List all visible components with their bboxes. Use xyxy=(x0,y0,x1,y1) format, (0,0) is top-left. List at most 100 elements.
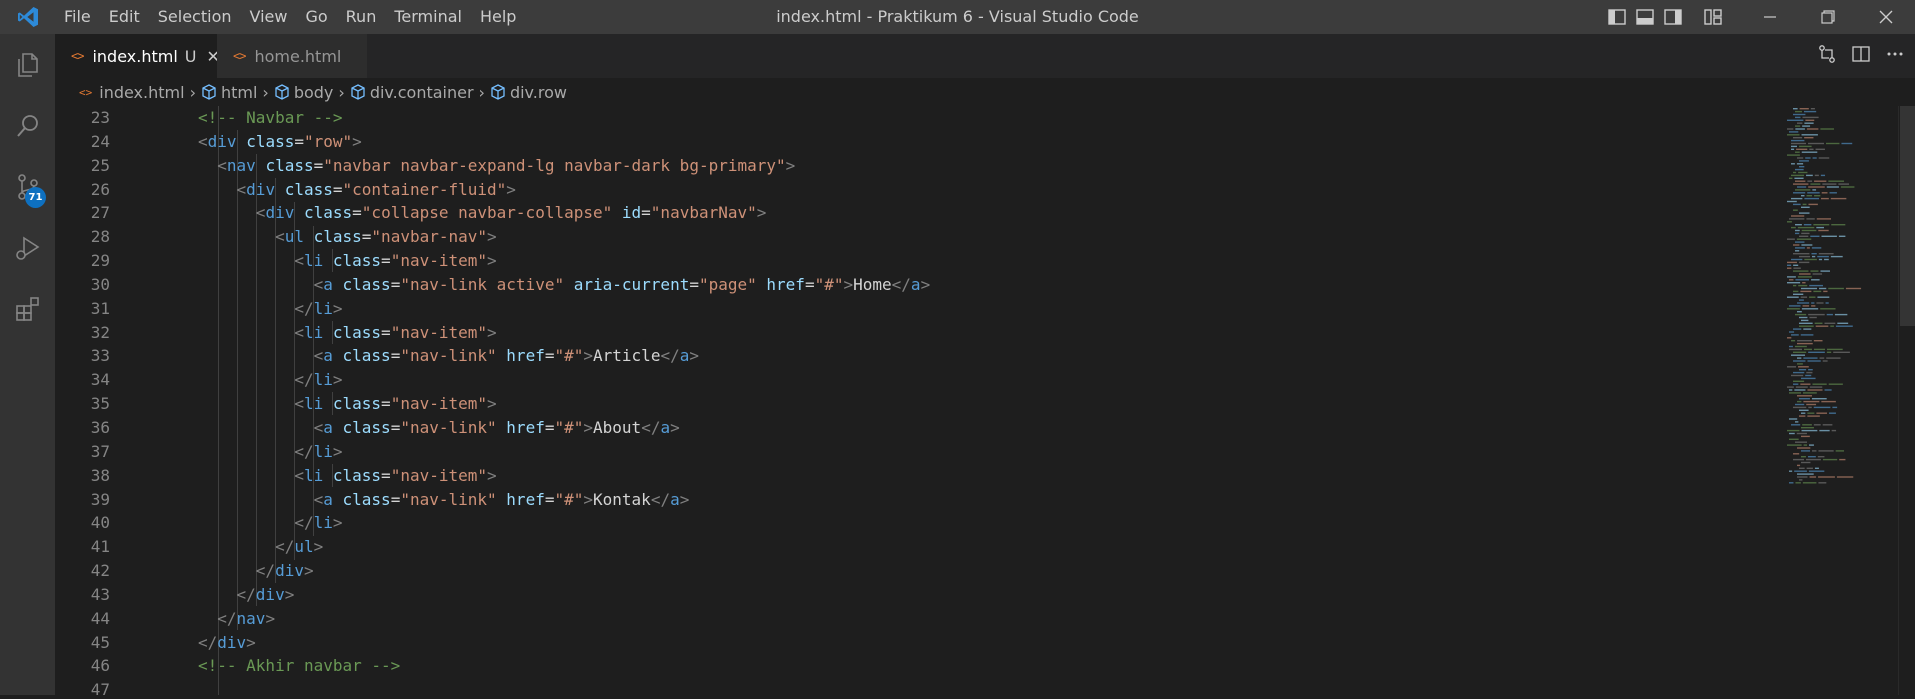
toggle-primary-sidebar-icon[interactable] xyxy=(1603,0,1631,34)
minimap-line xyxy=(1802,482,1817,484)
menu-terminal[interactable]: Terminal xyxy=(385,0,471,34)
minimap-line xyxy=(1797,340,1812,342)
minimap-line xyxy=(1803,224,1812,226)
element-icon xyxy=(201,84,217,100)
code-line: </div> xyxy=(198,632,256,652)
minimap-line xyxy=(1808,406,1812,409)
minimap-line xyxy=(1808,369,1813,371)
minimap-line xyxy=(1789,348,1802,351)
minimap-line xyxy=(1818,258,1823,261)
minimap-line xyxy=(1818,476,1835,478)
chevron-right-icon: › xyxy=(478,82,485,102)
minimap-line xyxy=(1789,470,1793,472)
code-line: <li class="nav-item"> xyxy=(294,394,497,414)
minimap-line xyxy=(1812,189,1817,191)
tab-index-html[interactable]: <> index.html U ✕ xyxy=(55,34,220,78)
minimap-line xyxy=(1789,438,1799,440)
minimap-line xyxy=(1826,313,1833,316)
code-line: <nav class="navbar navbar-expand-lg navb… xyxy=(217,155,796,175)
minimap-line xyxy=(1796,432,1807,435)
code-editor[interactable]: 23 24 25 26 27 28 29 30 31 32 33 34 35 3… xyxy=(55,106,1775,695)
breadcrumb-item-body[interactable]: body xyxy=(294,83,334,102)
code-line: </nav> xyxy=(217,608,276,628)
minimap-line xyxy=(1787,221,1792,223)
open-changes-icon[interactable] xyxy=(1817,44,1837,68)
minimap-line xyxy=(1839,458,1846,461)
minimap-line xyxy=(1800,334,1814,336)
minimap-line xyxy=(1800,383,1811,385)
menu-selection[interactable]: Selection xyxy=(149,0,241,34)
minimap-line xyxy=(1791,354,1806,356)
minimap-line xyxy=(1820,308,1836,310)
scrollbar-thumb[interactable] xyxy=(1900,106,1915,326)
source-control-icon[interactable]: 71 xyxy=(0,156,55,217)
minimap-line xyxy=(1793,458,1805,461)
element-icon xyxy=(274,84,290,100)
minimap-line xyxy=(1787,296,1799,298)
toggle-secondary-sidebar-icon[interactable] xyxy=(1659,0,1687,34)
extensions-icon[interactable] xyxy=(0,278,55,339)
menu-go[interactable]: Go xyxy=(296,0,336,34)
breadcrumb-item-html[interactable]: html xyxy=(221,83,257,102)
minimap-line xyxy=(1803,110,1817,113)
minimap-line xyxy=(1802,125,1811,127)
tab-home-html[interactable]: <> home.html xyxy=(217,34,367,78)
minimap-line xyxy=(1793,108,1798,110)
code-line: </li> xyxy=(294,370,343,390)
menu-view[interactable]: View xyxy=(241,0,297,34)
minimap-line xyxy=(1796,148,1808,150)
minimap-line xyxy=(1797,342,1813,345)
breadcrumb: <> index.html › html › body › div.contai… xyxy=(55,78,1915,106)
explorer-icon[interactable] xyxy=(0,34,55,95)
minimap-line xyxy=(1805,157,1811,159)
minimap-line xyxy=(1787,134,1800,136)
minimap-line xyxy=(1793,371,1805,374)
minimap-line xyxy=(1797,473,1814,475)
menu-run[interactable]: Run xyxy=(337,0,386,34)
split-editor-icon[interactable] xyxy=(1851,44,1871,68)
close-window-icon[interactable] xyxy=(1857,0,1915,34)
minimize-icon[interactable] xyxy=(1741,0,1799,34)
minimap-line xyxy=(1787,119,1804,121)
customize-layout-icon[interactable] xyxy=(1699,0,1727,34)
minimap-line xyxy=(1823,290,1828,293)
minimap-line xyxy=(1793,267,1801,269)
minimap-line xyxy=(1799,325,1814,327)
menu-file[interactable]: File xyxy=(55,0,100,34)
search-icon[interactable] xyxy=(0,95,55,156)
breadcrumb-item-div-container[interactable]: div.container xyxy=(370,83,474,102)
minimap-line xyxy=(1799,322,1813,324)
minimap-line xyxy=(1795,250,1800,252)
minimap-line xyxy=(1819,357,1825,359)
minimap[interactable] xyxy=(1783,106,1898,695)
code-line: </li> xyxy=(294,441,343,461)
minimap-line xyxy=(1807,192,1820,194)
minimap-line xyxy=(1822,183,1837,185)
minimap-line xyxy=(1818,157,1830,159)
minimap-line xyxy=(1804,122,1814,124)
breadcrumb-item-file[interactable]: index.html xyxy=(99,83,184,102)
chevron-right-icon: › xyxy=(189,82,196,102)
minimap-line xyxy=(1813,290,1822,293)
code-line: <div class="collapse navbar-collapse" id… xyxy=(255,203,767,223)
restore-icon[interactable] xyxy=(1799,0,1857,34)
minimap-line xyxy=(1838,183,1850,185)
vertical-scrollbar[interactable] xyxy=(1898,106,1915,695)
minimap-line xyxy=(1797,357,1802,359)
minimap-line xyxy=(1795,482,1801,484)
more-actions-icon[interactable] xyxy=(1885,44,1905,68)
code-line: <a class="nav-link" href="#">Article</a> xyxy=(313,346,699,366)
menu-edit[interactable]: Edit xyxy=(100,0,149,34)
minimap-line xyxy=(1814,322,1823,324)
minimap-line xyxy=(1807,180,1813,182)
breadcrumb-item-div-row[interactable]: div.row xyxy=(510,83,567,102)
minimap-line xyxy=(1841,142,1853,145)
menu-help[interactable]: Help xyxy=(471,0,525,34)
minimap-line xyxy=(1818,482,1827,484)
minimap-line xyxy=(1816,412,1828,414)
minimap-line xyxy=(1797,302,1810,304)
toggle-panel-icon[interactable] xyxy=(1631,0,1659,34)
minimap-line xyxy=(1793,284,1797,287)
minimap-line xyxy=(1806,247,1810,249)
run-debug-icon[interactable] xyxy=(0,217,55,278)
